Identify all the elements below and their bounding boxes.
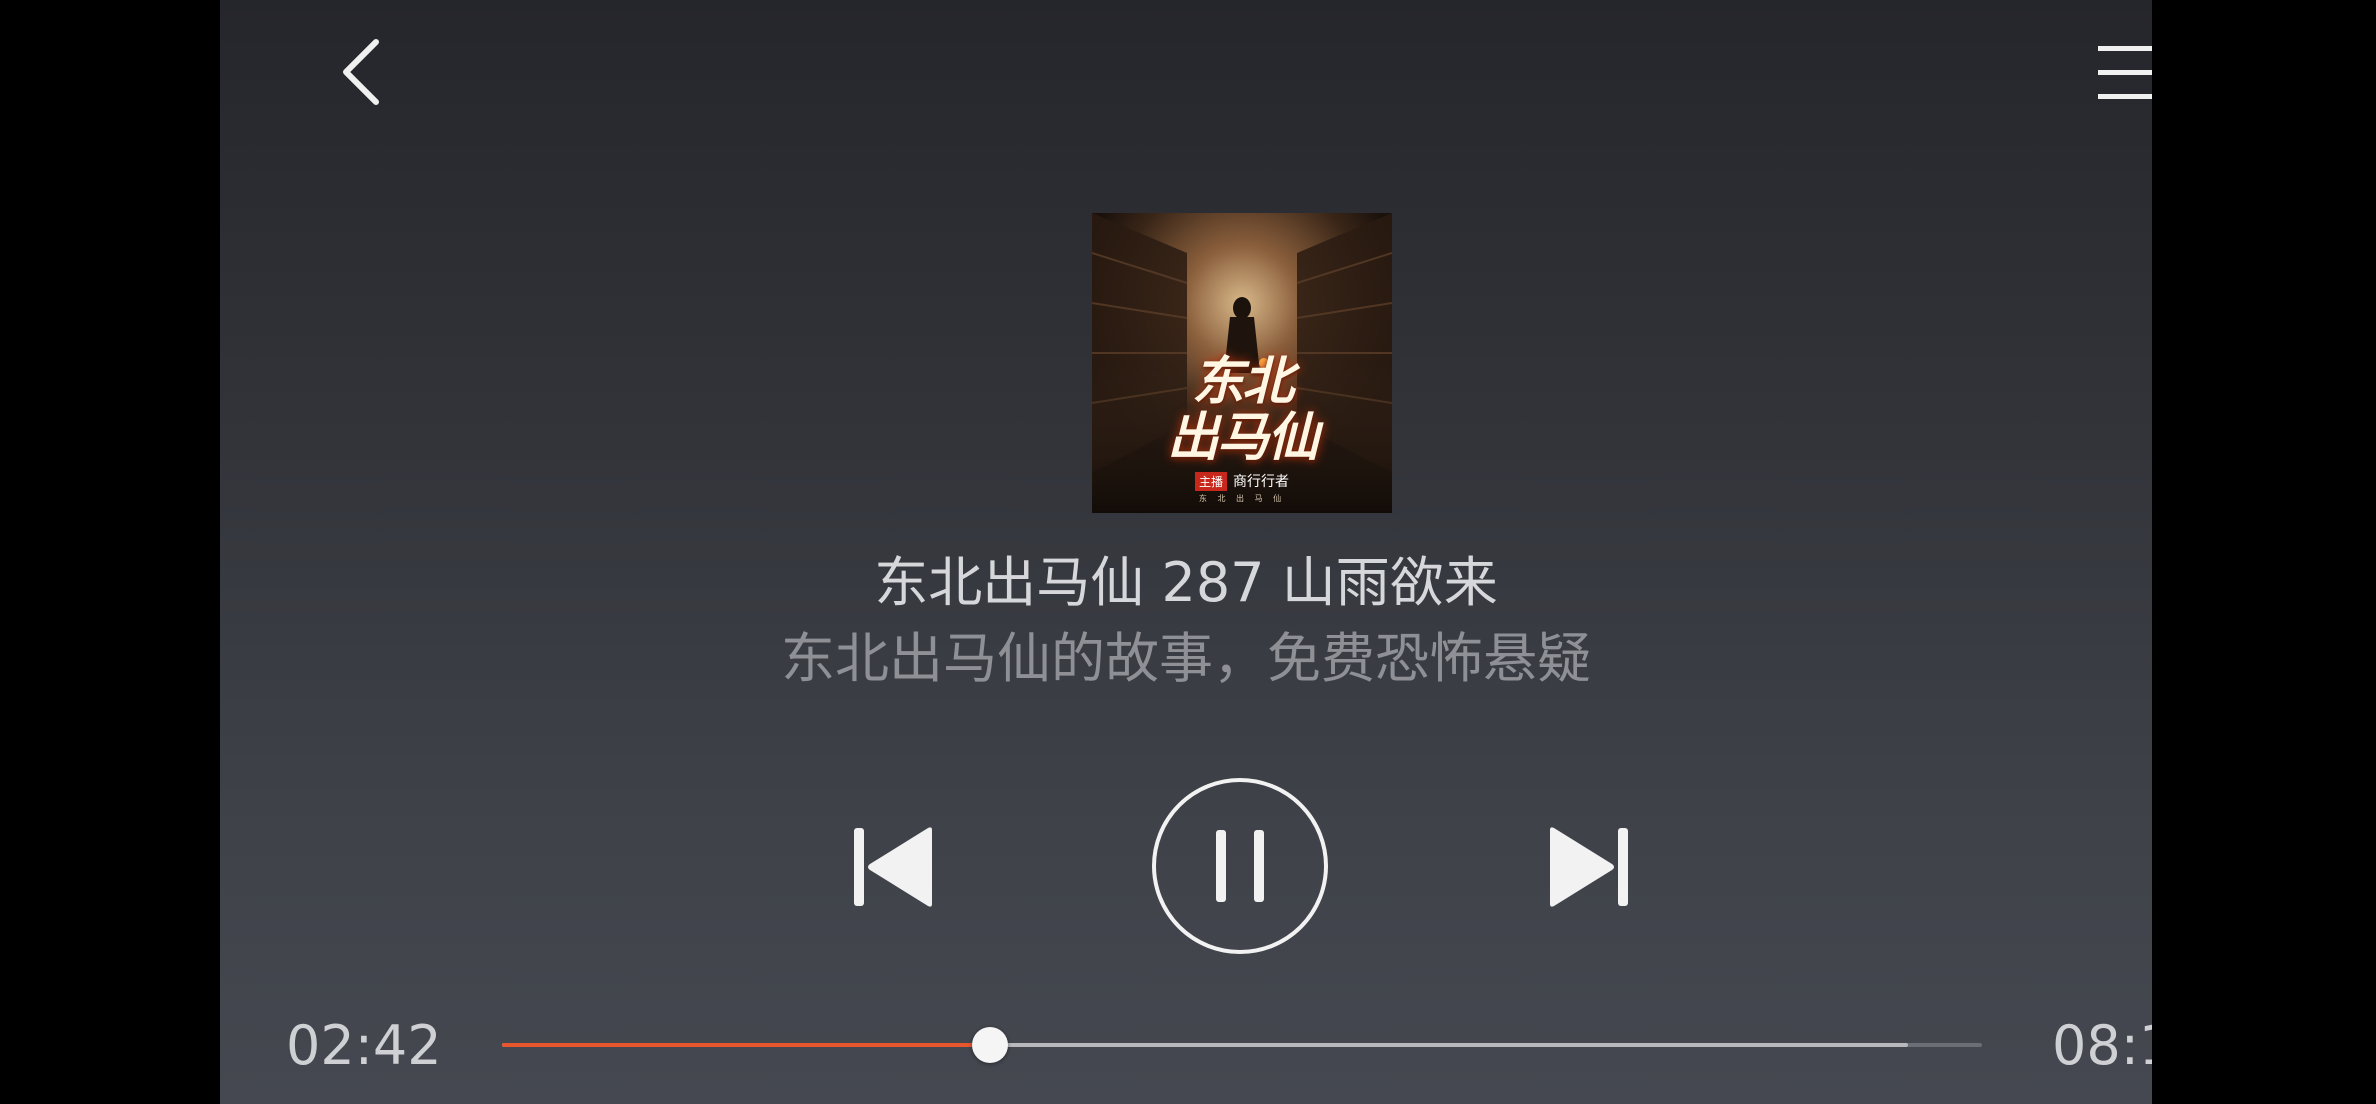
cover-title-line1: 东北 — [1191, 352, 1294, 412]
cover-host-tag: 主播 — [1194, 471, 1227, 491]
audio-player-screen: 东北 出马仙 主播 商行行者 东 北 出 马 仙 东北出马仙 287 山雨欲来 … — [220, 0, 2152, 1104]
track-subtitle: 东北出马仙的故事，免费恐怖悬疑 — [781, 627, 1591, 690]
cover-host-line: 主播 商行行者 — [1092, 471, 1392, 491]
back-button[interactable] — [326, 36, 398, 108]
seek-bar[interactable] — [502, 1027, 1982, 1063]
cover-small-text: 东 北 出 马 仙 — [1198, 494, 1286, 503]
phone-screen: 东北 出马仙 主播 商行行者 东 北 出 马 仙 东北出马仙 287 山雨欲来 … — [0, 0, 2376, 1104]
play-pause-button[interactable] — [1152, 778, 1328, 954]
total-time: 08:1 — [2052, 1014, 2152, 1077]
cover-host-name: 商行行者 — [1233, 474, 1289, 490]
current-time: 02:42 — [286, 1014, 442, 1077]
chevron-left-icon — [343, 39, 379, 105]
seek-thumb[interactable] — [972, 1027, 1009, 1063]
previous-track-button[interactable] — [848, 822, 938, 912]
seek-played — [502, 1043, 991, 1047]
cover-title-line2: 出马仙 — [1166, 408, 1319, 468]
hamburger-menu-icon — [2098, 46, 2152, 99]
track-title: 东北出马仙 287 山雨欲来 — [874, 551, 1498, 614]
next-track-button[interactable] — [1544, 822, 1634, 912]
skip-previous-icon — [854, 827, 932, 907]
skip-next-icon — [1550, 827, 1628, 907]
playlist-menu-button[interactable] — [2090, 38, 2152, 108]
pause-icon — [1216, 830, 1264, 902]
album-cover: 东北 出马仙 主播 商行行者 东 北 出 马 仙 — [1092, 213, 1392, 513]
